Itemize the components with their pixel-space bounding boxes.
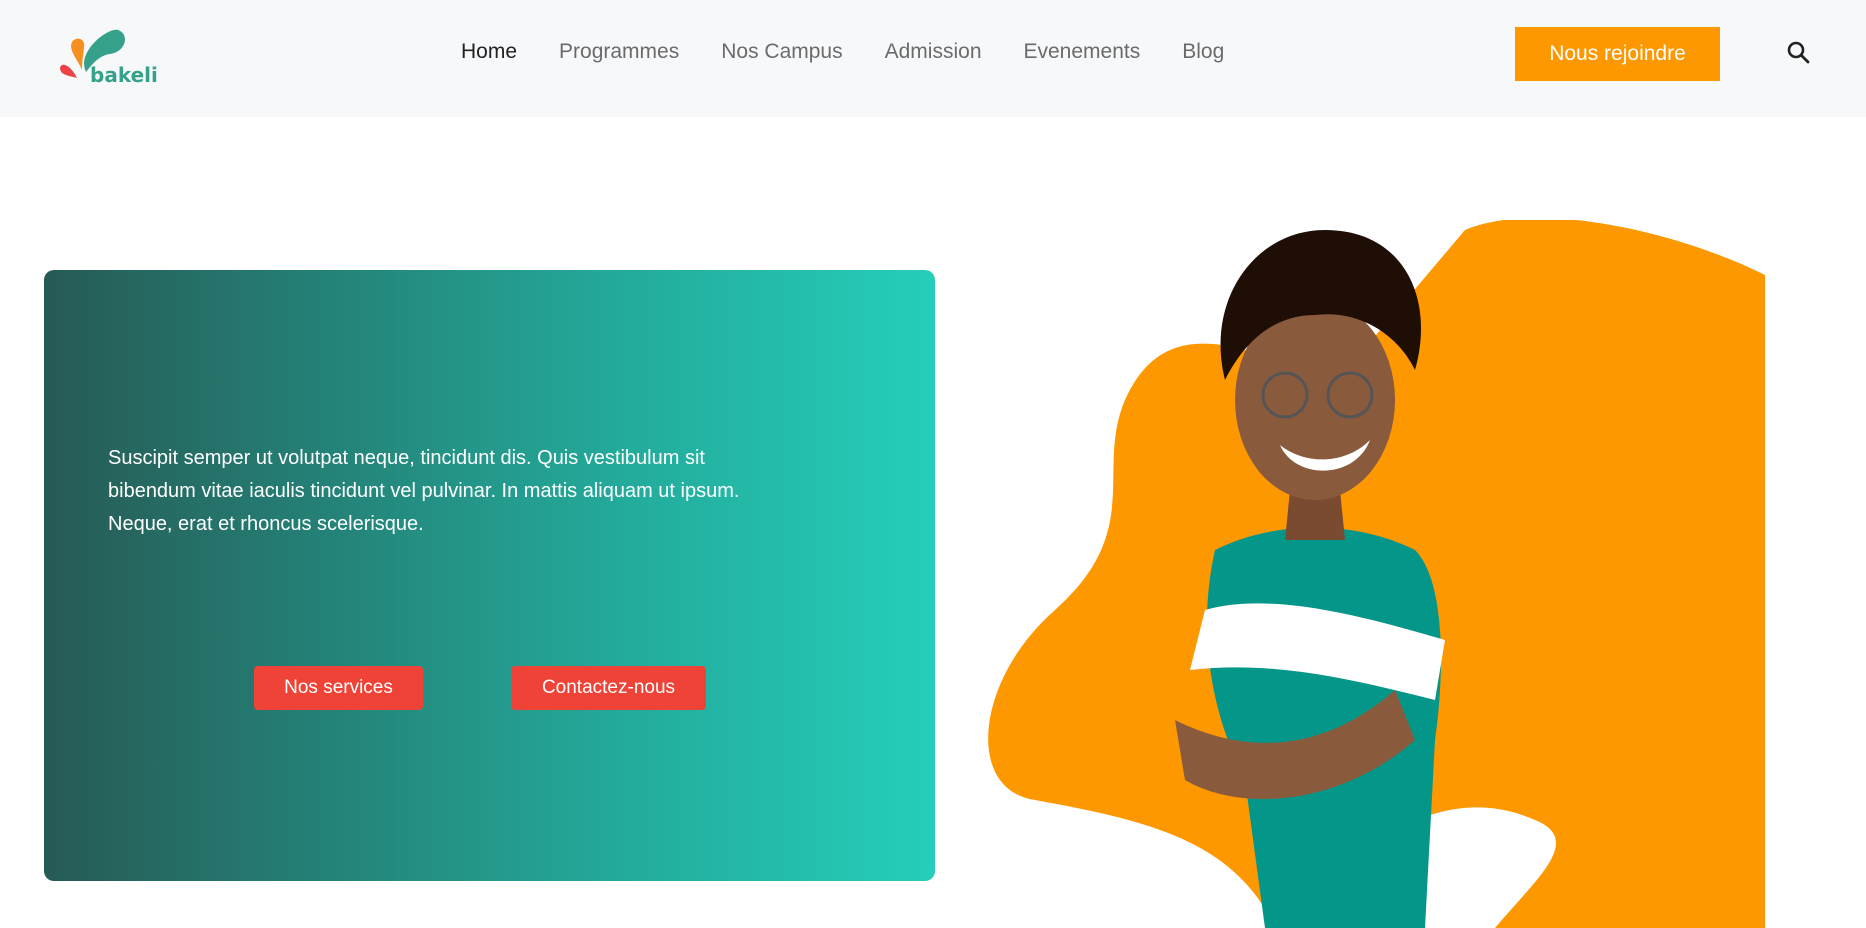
nos-services-button[interactable]: Nos services [254, 666, 423, 710]
nav-home[interactable]: Home [461, 40, 517, 64]
nav-nos-campus[interactable]: Nos Campus [721, 40, 842, 64]
bakeli-logo[interactable]: bakeli [58, 22, 168, 88]
nav-programmes[interactable]: Programmes [559, 40, 679, 64]
hero-card: Suscipit semper ut volutpat neque, tinci… [44, 270, 935, 881]
nav-admission[interactable]: Admission [885, 40, 982, 64]
hero-illustration [988, 220, 1765, 928]
svg-text:bakeli: bakeli [90, 63, 158, 87]
hero-text: Suscipit semper ut volutpat neque, tinci… [108, 447, 740, 535]
main-nav: Home Programmes Nos Campus Admission Eve… [461, 40, 1224, 64]
join-button[interactable]: Nous rejoindre [1515, 27, 1720, 81]
contactez-nous-button[interactable]: Contactez-nous [511, 666, 706, 710]
nav-blog[interactable]: Blog [1182, 40, 1224, 64]
header: bakeli Home Programmes Nos Campus Admiss… [0, 0, 1866, 117]
search-icon[interactable] [1786, 40, 1812, 66]
nav-evenements[interactable]: Evenements [1024, 40, 1141, 64]
